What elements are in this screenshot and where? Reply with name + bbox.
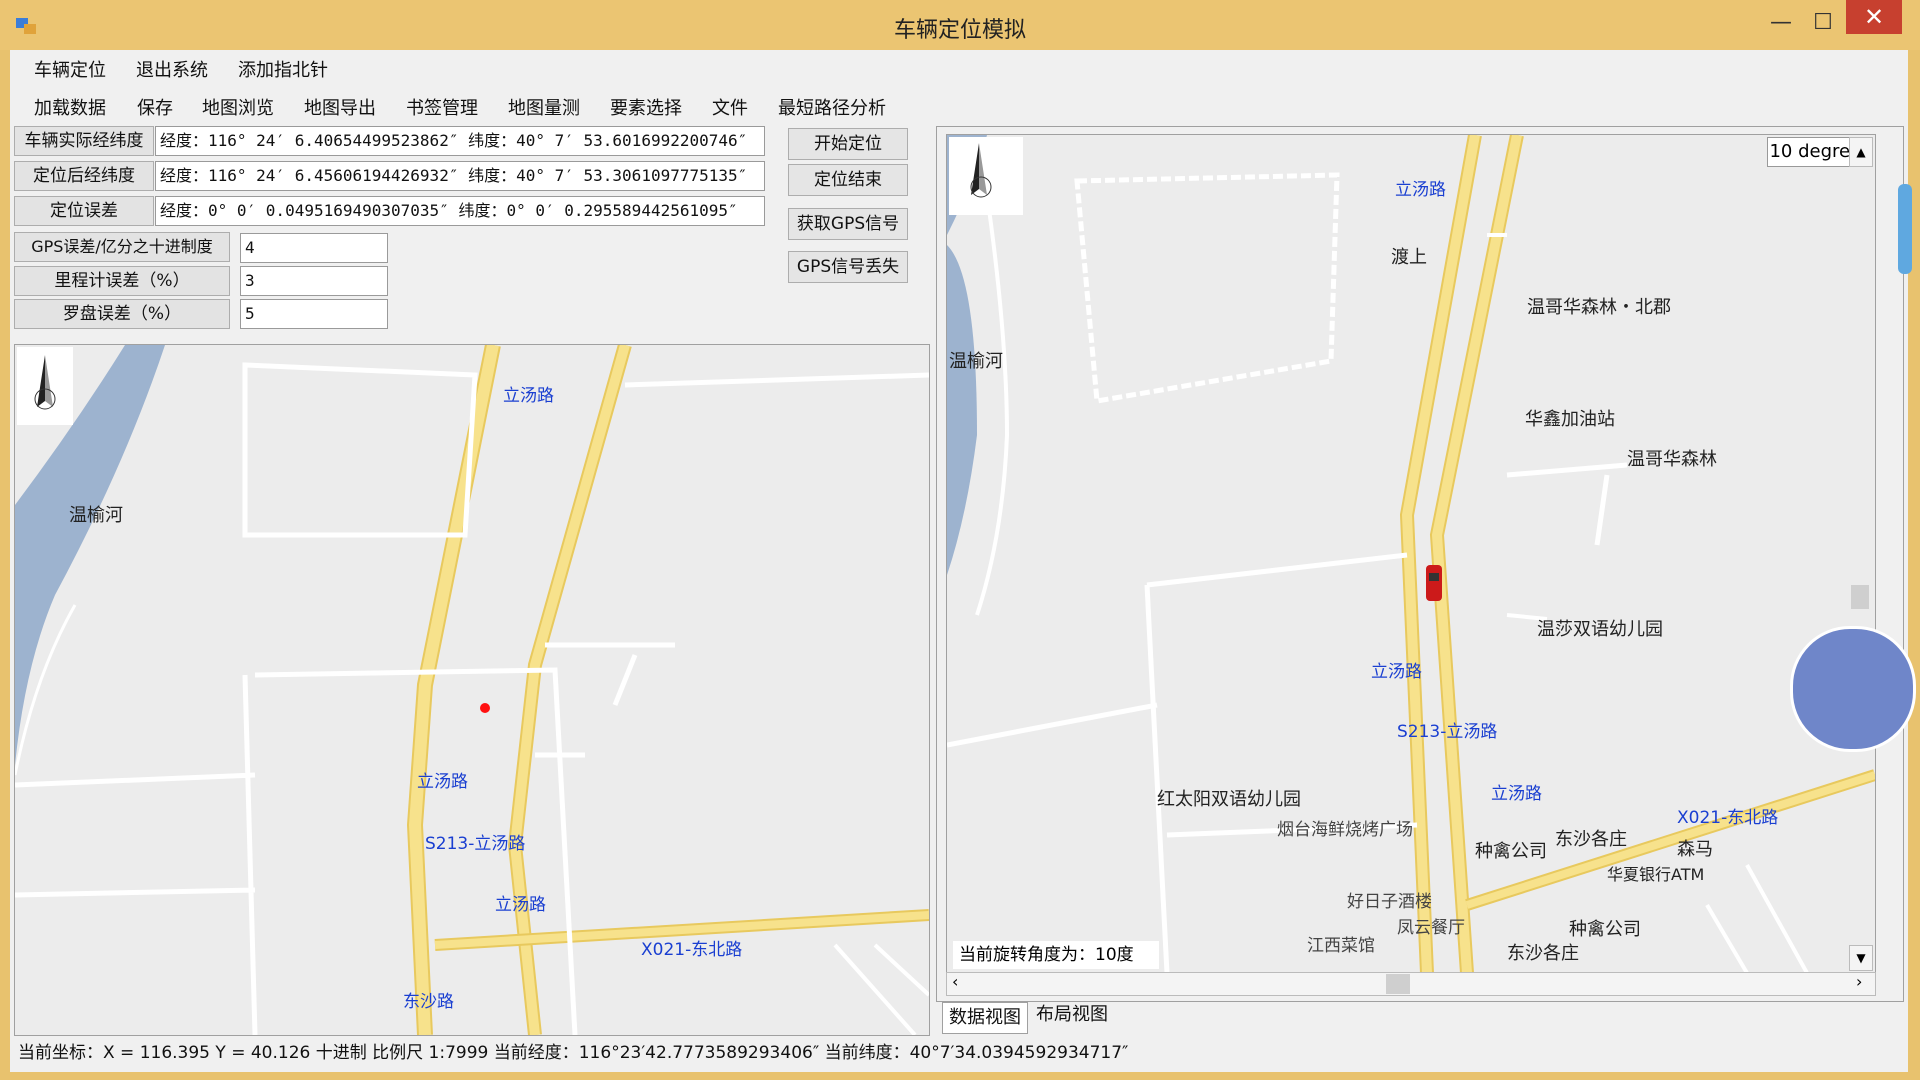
- toolbar-load-data[interactable]: 加载数据: [34, 94, 106, 120]
- status-bar: 当前坐标：X = 116.395 Y = 40.126 十进制 比例尺 1:79…: [10, 1036, 1908, 1070]
- right-map-poi-label: 华鑫加油站: [1525, 409, 1615, 430]
- right-map-poi-label: 烟台海鲜烧烤广场: [1277, 820, 1413, 840]
- located-coord-label: 定位后经纬度: [14, 161, 154, 191]
- avatar[interactable]: [1790, 626, 1916, 752]
- right-map-poi-label: 渡上: [1391, 247, 1427, 268]
- gps-error-label: GPS误差/亿分之十进制度: [14, 232, 230, 262]
- right-map-poi-label: 红太阳双语幼儿园: [1157, 789, 1301, 810]
- right-map-poi-label: 东沙各庄: [1555, 829, 1627, 850]
- minimize-button[interactable]: —: [1758, 6, 1804, 40]
- located-coord-field[interactable]: 经度：116° 24′ 6.45606194426932″ 纬度：40° 7′ …: [155, 161, 765, 191]
- toolbar-map-browse[interactable]: 地图浏览: [202, 94, 274, 120]
- gps-signal-lost-button[interactable]: GPS信号丢失: [788, 251, 908, 283]
- toolbar-map-measure[interactable]: 地图量测: [508, 94, 580, 120]
- right-map-poi-label: 华夏银行ATM: [1607, 865, 1705, 884]
- right-map-poi-label: 好日子酒楼: [1347, 892, 1432, 912]
- scroll-down-arrow-icon[interactable]: ▼: [1849, 945, 1873, 971]
- left-map-road-label: 东沙路: [403, 992, 454, 1012]
- right-map-poi-label: 东沙各庄: [1507, 943, 1579, 964]
- close-button[interactable]: ✕: [1846, 0, 1902, 34]
- right-map-poi-label: 种禽公司: [1569, 919, 1641, 940]
- toolbar-file[interactable]: 文件: [712, 94, 748, 120]
- status-text: 当前坐标：X = 116.395 Y = 40.126 十进制 比例尺 1:79…: [18, 1043, 1129, 1063]
- compass-error-label: 罗盘误差（%）: [14, 299, 230, 329]
- menu-add-north-arrow[interactable]: 添加指北针: [238, 56, 328, 82]
- scroll-up-arrow-icon[interactable]: ▲: [1849, 137, 1873, 167]
- right-map-road-label: X021-东北路: [1677, 808, 1779, 828]
- start-positioning-button[interactable]: 开始定位: [788, 128, 908, 160]
- rotation-status-label: 当前旋转角度为：10度: [953, 941, 1159, 969]
- right-map-road-label: S213-立汤路: [1397, 722, 1498, 742]
- left-map-label: 温榆河: [69, 505, 123, 526]
- right-map-view[interactable]: 10 degrees ▲ ▼ 当前旋转角度为：10度 立汤路 渡上 温哥华森林・…: [946, 134, 1876, 974]
- right-map-poi-label: 温哥华森林・北郡: [1527, 297, 1671, 318]
- left-map-road-label: 立汤路: [495, 895, 546, 915]
- right-map-poi-label: 江西菜馆: [1307, 936, 1375, 956]
- toolbar-map-export[interactable]: 地图导出: [304, 94, 376, 120]
- tab-data-view[interactable]: 数据视图: [942, 1002, 1028, 1034]
- window-title: 车辆定位模拟: [893, 18, 1026, 43]
- gps-error-input[interactable]: 4: [240, 233, 388, 263]
- menu-exit-system[interactable]: 退出系统: [136, 56, 208, 82]
- left-map-road-label: S213-立汤路: [425, 834, 526, 854]
- maximize-button[interactable]: ☐: [1800, 6, 1846, 40]
- right-map-road-label: 立汤路: [1491, 784, 1542, 804]
- left-map-view[interactable]: 温榆河 立汤路 立汤路 S213-立汤路 立汤路 X021-东北路 东沙路: [14, 344, 930, 1036]
- scroll-left-arrow-icon[interactable]: ‹: [952, 972, 958, 991]
- left-map-road-label: 立汤路: [503, 386, 554, 406]
- end-positioning-button[interactable]: 定位结束: [788, 164, 908, 196]
- odometer-error-input[interactable]: 3: [240, 266, 388, 296]
- left-map-canvas: [15, 345, 929, 1035]
- horizontal-scrollbar[interactable]: [946, 972, 1876, 996]
- scroll-right-arrow-icon[interactable]: ›: [1856, 972, 1862, 991]
- right-map-poi-label: 森马: [1677, 839, 1713, 860]
- vertical-scrollbar-thumb[interactable]: [1851, 585, 1869, 609]
- right-map-road-label: 立汤路: [1371, 662, 1422, 682]
- toolbar-save[interactable]: 保存: [137, 94, 173, 120]
- compass-error-input[interactable]: 5: [240, 299, 388, 329]
- right-map-poi-label: 温榆河: [949, 351, 1003, 372]
- menu-vehicle-positioning[interactable]: 车辆定位: [34, 56, 106, 82]
- side-indicator: [1898, 184, 1912, 274]
- get-gps-signal-button[interactable]: 获取GPS信号: [788, 208, 908, 240]
- right-map-road-label: 立汤路: [1395, 180, 1446, 200]
- left-north-arrow-icon: [17, 347, 73, 425]
- left-map-road-label: 立汤路: [417, 772, 468, 792]
- right-north-arrow-icon: [949, 137, 1023, 215]
- position-error-field[interactable]: 经度：0° 0′ 0.0495169490307035″ 纬度：0° 0′ 0.…: [155, 196, 765, 226]
- toolbar-shortest-path[interactable]: 最短路径分析: [778, 94, 886, 120]
- tab-layout-view[interactable]: 布局视图: [1030, 1000, 1114, 1030]
- right-map-poi-label: 温莎双语幼儿园: [1537, 619, 1663, 640]
- right-map-poi-label: 凤云餐厅: [1397, 918, 1465, 938]
- odometer-error-label: 里程计误差（%）: [14, 266, 230, 296]
- actual-coord-field[interactable]: 经度：116° 24′ 6.40654499523862″ 纬度：40° 7′ …: [155, 126, 765, 156]
- right-map-poi-label: 温哥华森林: [1627, 449, 1717, 470]
- right-map-poi-label: 种禽公司: [1475, 841, 1547, 862]
- horizontal-scrollbar-thumb[interactable]: [1386, 974, 1410, 994]
- actual-coord-label: 车辆实际经纬度: [14, 126, 154, 156]
- toolbar-bookmarks[interactable]: 书签管理: [406, 94, 478, 120]
- left-map-road-label: X021-东北路: [641, 940, 743, 960]
- position-error-label: 定位误差: [14, 196, 154, 226]
- toolbar-select-features[interactable]: 要素选择: [610, 94, 682, 120]
